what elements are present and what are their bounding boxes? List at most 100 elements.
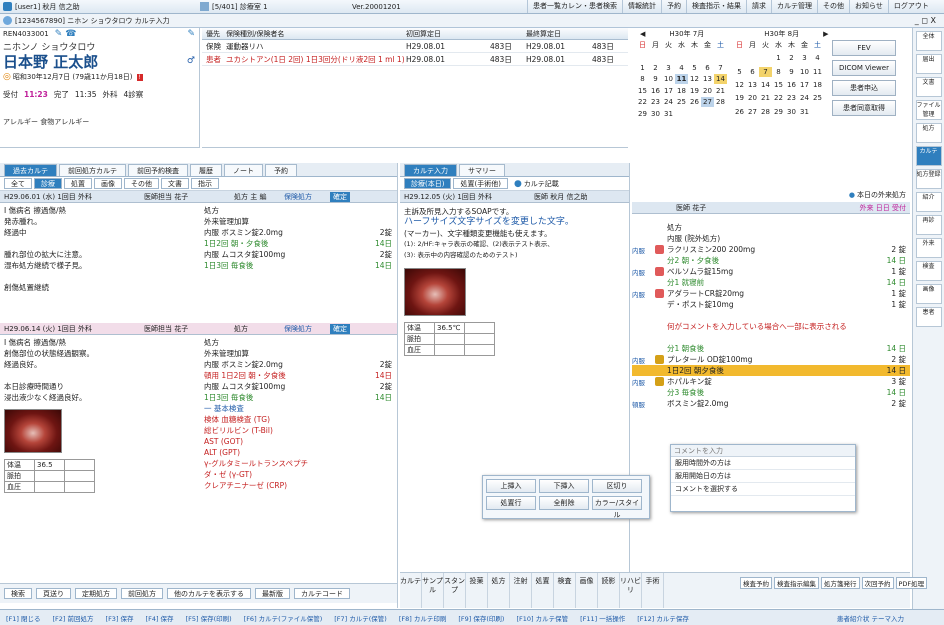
function-key-3[interactable]: [F3] 保存 xyxy=(100,613,140,623)
cal-day[interactable]: 20 xyxy=(701,86,714,96)
subtab-today[interactable]: 診療(本日) xyxy=(404,178,452,189)
left-subtab-4[interactable]: その他 xyxy=(124,178,159,189)
popup-button-0[interactable]: 上挿入 xyxy=(486,479,536,493)
cal-day[interactable]: 28 xyxy=(714,97,727,107)
bottom-tool-11[interactable]: 手術 xyxy=(642,573,664,608)
left-bottom-button-6[interactable]: カルテコード xyxy=(294,588,350,599)
cal-day[interactable]: 22 xyxy=(636,97,649,107)
left-tab-4[interactable]: ノート xyxy=(224,164,263,176)
cal-day[interactable]: 23 xyxy=(785,93,798,103)
function-key-7[interactable]: [F7] カルテ(保管) xyxy=(328,613,393,623)
vital-extra[interactable] xyxy=(64,459,95,471)
cal-day[interactable]: 29 xyxy=(772,107,785,117)
order-item[interactable]: 内服 ベルソムラ錠15mg 1 錠 xyxy=(632,266,910,277)
vital-value[interactable] xyxy=(434,344,465,356)
rside-item-8[interactable]: 再診 xyxy=(915,215,942,235)
cal-side-button-2[interactable]: 患者申込 xyxy=(832,80,896,96)
order-item[interactable]: 処方 xyxy=(632,222,910,233)
cal-day[interactable]: 27 xyxy=(701,97,714,108)
bottom-tool-0[interactable]: カルテ xyxy=(400,573,422,608)
cal-day[interactable]: 18 xyxy=(811,80,824,90)
left-tab-1[interactable]: 前回処方カルテ xyxy=(59,164,126,176)
order-bottom-button-1[interactable]: 検査指示編集 xyxy=(774,577,819,589)
popup-button-3[interactable]: 処置行 xyxy=(486,496,536,510)
vital-value[interactable] xyxy=(434,333,465,345)
mid-tab-1[interactable]: サマリー xyxy=(459,164,505,176)
top-menu-button-0[interactable]: 患者一覧カレン・患者検索 xyxy=(527,0,622,13)
cal-day[interactable]: 6 xyxy=(701,63,714,73)
cal-day[interactable]: 17 xyxy=(662,86,675,96)
subtab-procedure[interactable]: 処置(手術他) xyxy=(453,178,508,189)
order-bottom-button-0[interactable]: 検査予約 xyxy=(740,577,772,589)
edit-icon[interactable]: ✎ xyxy=(55,29,63,39)
popup-button-1[interactable]: 下挿入 xyxy=(539,479,589,493)
wound-photo[interactable] xyxy=(4,409,62,453)
order-bottom-button-2[interactable]: 処方箋発行 xyxy=(821,577,860,589)
cal-day[interactable]: 12 xyxy=(688,74,701,84)
cal-day[interactable]: 12 xyxy=(733,80,746,90)
order-item[interactable]: 何がコメントを入力している場合へ一部に表示される xyxy=(632,321,910,332)
cal-day[interactable]: 19 xyxy=(733,93,746,103)
cal-day[interactable]: 25 xyxy=(675,97,688,107)
rside-item-0[interactable]: 全体 xyxy=(915,31,942,51)
cal-day[interactable]: 8 xyxy=(636,74,649,84)
function-key-1[interactable]: [F1] 閉じる xyxy=(0,613,47,623)
cal-day[interactable]: 28 xyxy=(759,107,772,117)
cal-day[interactable]: 3 xyxy=(662,63,675,73)
comment-input[interactable]: コメントを入力 xyxy=(674,446,723,456)
cal-side-button-1[interactable]: DICOM Viewer xyxy=(832,60,896,76)
record2-tag[interactable]: 確定 xyxy=(330,323,350,334)
rside-item-2[interactable]: 文書 xyxy=(915,77,942,97)
comment-option[interactable]: 服用時間外の方は xyxy=(671,457,855,470)
order-item[interactable]: 分2 朝・夕食後 14 日 xyxy=(632,255,910,266)
cal-day[interactable]: 5 xyxy=(688,63,701,73)
record1-tag[interactable]: 確定 xyxy=(330,191,350,202)
bottom-tool-8[interactable]: 画像 xyxy=(576,573,598,608)
function-key-8[interactable]: [F8] カルテ印刷 xyxy=(393,613,453,623)
cal-day[interactable]: 8 xyxy=(772,67,785,77)
rside-item-10[interactable]: 検査 xyxy=(915,261,942,281)
vital-value[interactable] xyxy=(34,481,65,493)
function-key-5[interactable]: [F5] 保存(印刷) xyxy=(180,613,238,623)
left-bottom-button-1[interactable]: 頁送り xyxy=(36,588,71,599)
cal-day[interactable]: 7 xyxy=(759,66,772,77)
left-tab-3[interactable]: 履歴 xyxy=(190,164,222,176)
comment-option[interactable]: コメントを選択する xyxy=(671,483,855,496)
top-menu-button-2[interactable]: 予約 xyxy=(661,0,686,13)
calendar-month2[interactable]: 日月火水木金土 1 2 3 4 5 6 7 8 9 10 11 12 13 14 15 16 17 18 19 20 21… xyxy=(733,40,824,120)
order-item[interactable] xyxy=(632,332,910,343)
function-key-11[interactable]: [F11] 一括操作 xyxy=(574,613,631,623)
bottom-tool-6[interactable]: 処置 xyxy=(532,573,554,608)
top-menu-button-1[interactable]: 情報統計 xyxy=(622,0,661,13)
order-item[interactable] xyxy=(632,310,910,321)
function-key-2[interactable]: [F2] 前回処方 xyxy=(47,613,100,623)
order-item[interactable]: 内服 アダラートCR錠20mg 1 錠 xyxy=(632,288,910,299)
cal-side-button-0[interactable]: FEV xyxy=(832,40,896,56)
left-tab-2[interactable]: 前回予約検査 xyxy=(128,164,188,176)
left-bottom-button-3[interactable]: 前回処方 xyxy=(121,588,163,599)
calendar-month1[interactable]: 日月火水木金土 1 2 3 4 5 6 7 8 9 10 11 12 13 14 15 16 17 18 19 20 21… xyxy=(636,40,727,120)
rside-item-9[interactable]: 外来 xyxy=(915,238,942,258)
cal-day[interactable]: 16 xyxy=(649,86,662,96)
left-bottom-button-5[interactable]: 最新版 xyxy=(255,588,290,599)
window-controls[interactable]: _ ◻ X xyxy=(915,16,936,25)
order-item[interactable]: 1日2回 朝夕食後 14 日 xyxy=(632,365,910,376)
order-item[interactable]: デ・ポスト錠10mg 1 錠 xyxy=(632,299,910,310)
left-subtab-2[interactable]: 処置 xyxy=(64,178,92,189)
cal-day[interactable]: 15 xyxy=(772,80,785,90)
cal-day[interactable]: 5 xyxy=(733,67,746,77)
left-subtab-5[interactable]: 文書 xyxy=(161,178,189,189)
cal-day[interactable]: 24 xyxy=(662,97,675,107)
vital-value[interactable]: 36.5 xyxy=(34,459,65,471)
rside-item-6[interactable]: 処方登録 xyxy=(915,169,942,189)
cal-day[interactable]: 30 xyxy=(785,107,798,117)
cal-day[interactable]: 17 xyxy=(798,80,811,90)
cal-day[interactable]: 2 xyxy=(785,53,798,63)
function-key-12[interactable]: [F12] カルテ保存 xyxy=(631,613,695,623)
cal-day[interactable]: 16 xyxy=(785,80,798,90)
cal-day[interactable]: 26 xyxy=(733,107,746,117)
cal-day[interactable]: 27 xyxy=(746,107,759,117)
rside-item-5[interactable]: カルテ xyxy=(915,146,942,166)
mid-vitals-table[interactable]: 体温 36.5℃ 脈拍 血圧 xyxy=(404,322,495,356)
order-item[interactable]: 分1 就寝前 14 日 xyxy=(632,277,910,288)
